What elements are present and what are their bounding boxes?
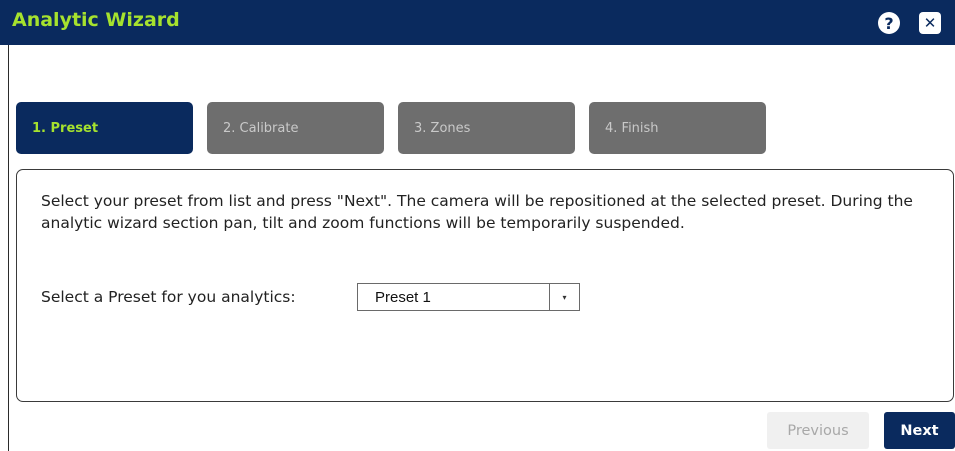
window-title: Analytic Wizard bbox=[12, 9, 180, 31]
left-divider bbox=[8, 45, 9, 451]
next-button[interactable]: Next bbox=[884, 412, 955, 449]
tab-finish[interactable]: 4. Finish bbox=[589, 102, 766, 154]
title-bar: Analytic Wizard ? ✕ bbox=[0, 0, 955, 45]
wizard-panel: Select your preset from list and press "… bbox=[16, 169, 954, 402]
tab-preset[interactable]: 1. Preset bbox=[16, 102, 193, 154]
previous-button[interactable]: Previous bbox=[767, 412, 869, 449]
preset-label: Select a Preset for you analytics: bbox=[41, 288, 296, 306]
tab-calibrate[interactable]: 2. Calibrate bbox=[207, 102, 384, 154]
instructions-text: Select your preset from list and press "… bbox=[41, 192, 913, 232]
chevron-down-icon[interactable]: ▾ bbox=[549, 284, 579, 310]
help-icon[interactable]: ? bbox=[878, 12, 900, 34]
tab-zones[interactable]: 3. Zones bbox=[398, 102, 575, 154]
close-icon[interactable]: ✕ bbox=[919, 12, 941, 34]
preset-selected-value: Preset 1 bbox=[375, 289, 431, 306]
preset-select[interactable]: Preset 1 ▾ bbox=[357, 283, 580, 311]
